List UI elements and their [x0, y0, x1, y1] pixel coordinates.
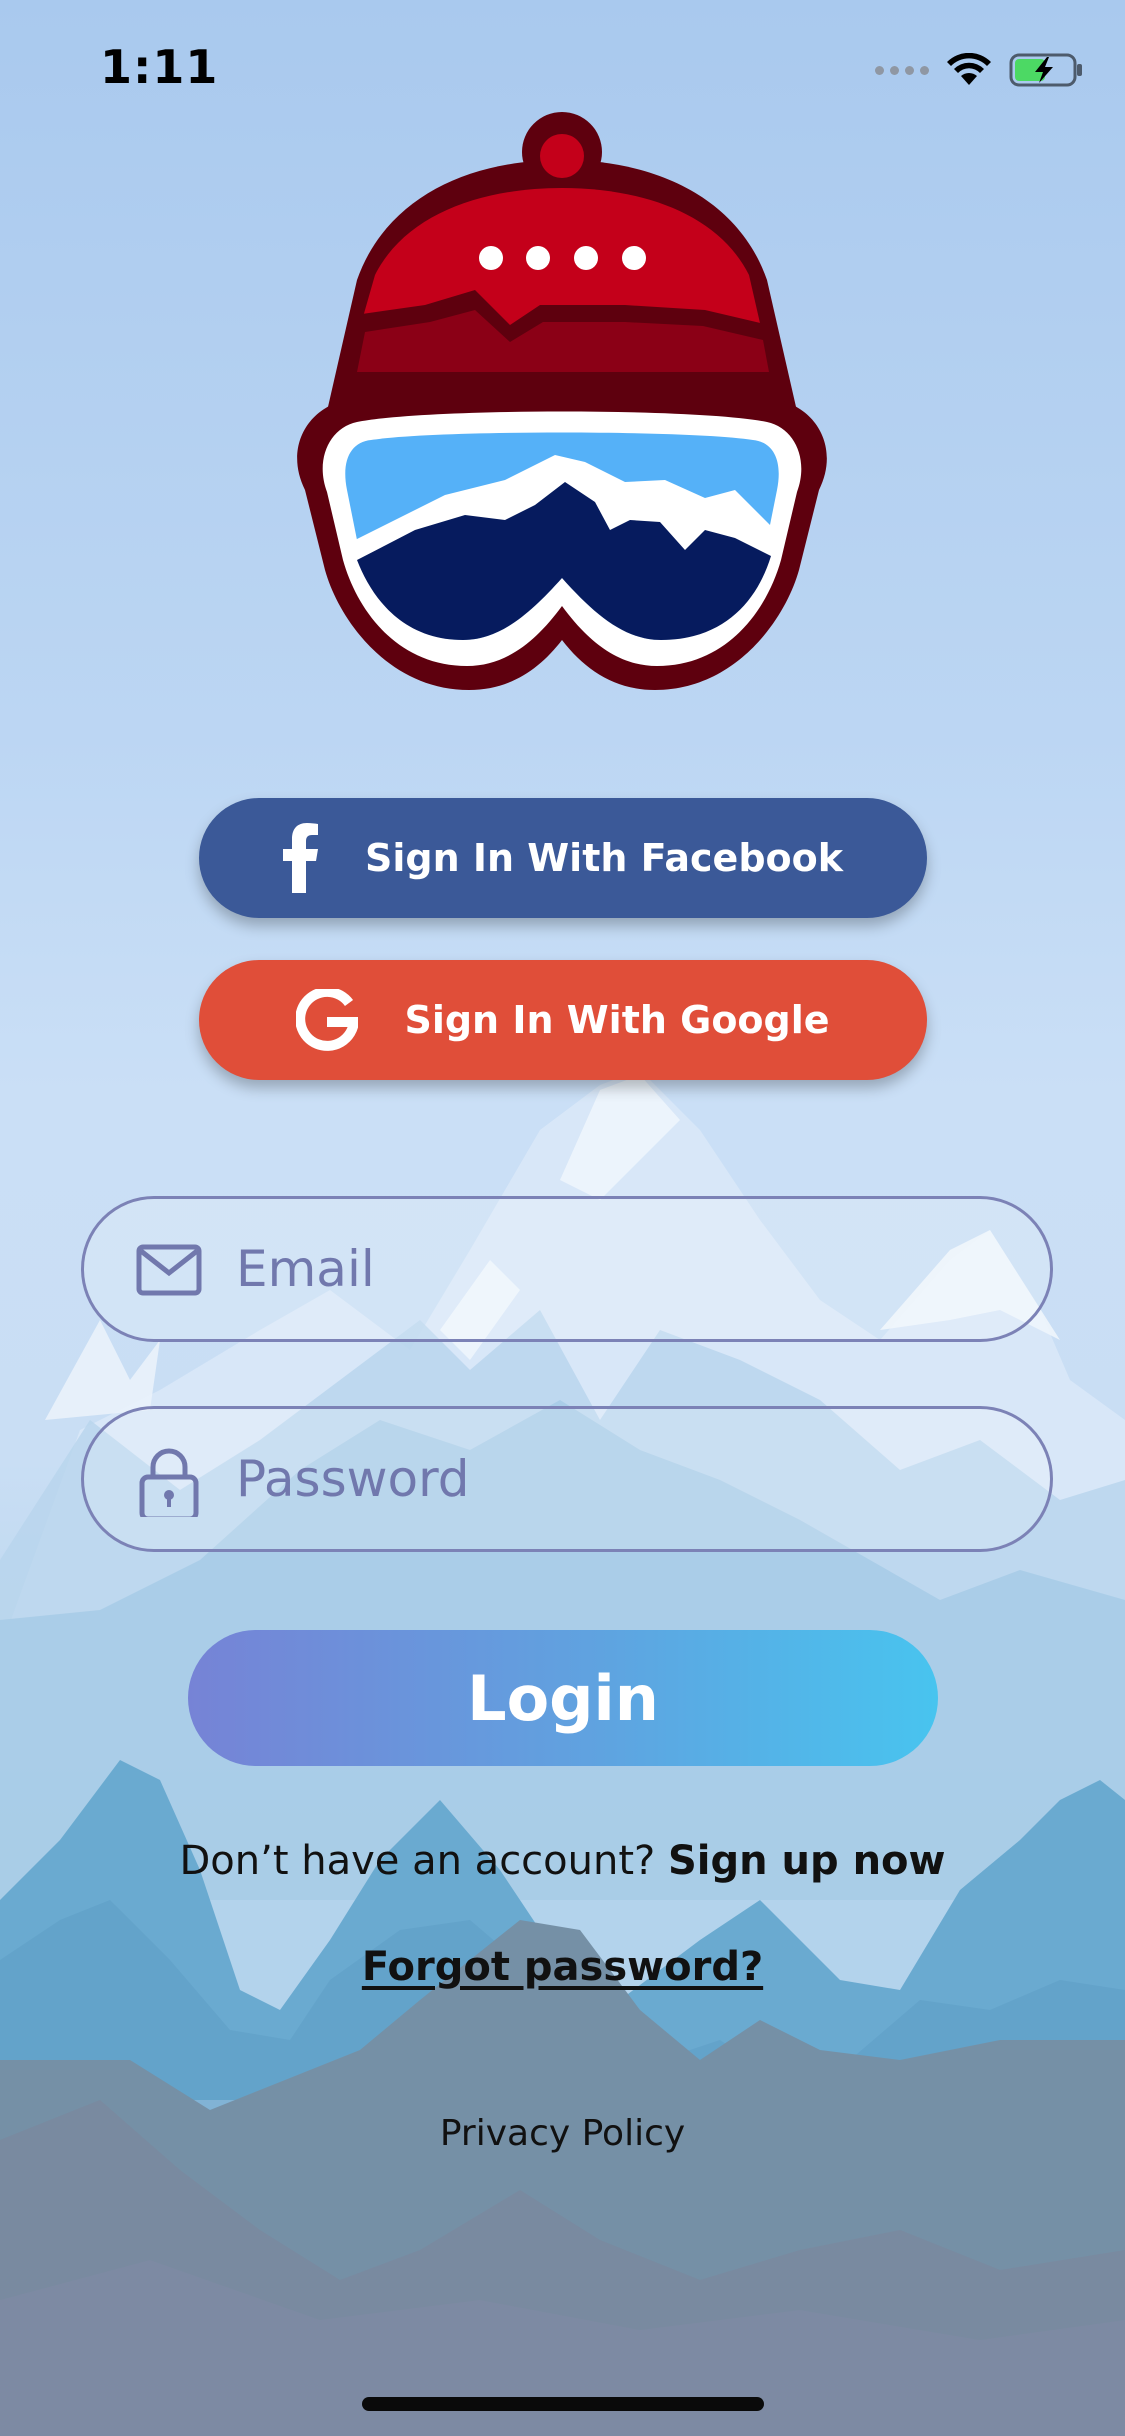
facebook-signin-button[interactable]: Sign In With Facebook [199, 798, 927, 918]
lock-icon [139, 1448, 199, 1517]
email-input[interactable] [236, 1229, 1016, 1309]
password-input[interactable] [236, 1439, 1016, 1519]
login-screen: 1:11 Sign In With Facebook Sign In With … [0, 0, 1125, 2436]
google-icon [296, 989, 359, 1051]
google-signin-label: Sign In With Google [404, 998, 830, 1042]
wifi-icon [947, 53, 991, 85]
ski-beanie-goggles-logo [297, 112, 827, 690]
battery-charging-icon [1009, 53, 1082, 87]
login-button[interactable]: Login [188, 1630, 938, 1766]
google-signin-button[interactable]: Sign In With Google [199, 960, 927, 1080]
password-field[interactable] [81, 1406, 1053, 1552]
home-indicator[interactable] [362, 2397, 764, 2411]
status-time: 1:11 [100, 40, 219, 94]
signup-row: Don’t have an account? Sign up now [0, 1838, 1125, 1884]
privacy-policy-link[interactable]: Privacy Policy [0, 2113, 1125, 2154]
signal-dots-icon [875, 65, 929, 75]
email-field[interactable] [81, 1196, 1053, 1342]
facebook-signin-label: Sign In With Facebook [364, 836, 844, 880]
signup-link[interactable]: Sign up now [668, 1838, 946, 1884]
forgot-password-link[interactable]: Forgot password? [0, 1944, 1125, 1990]
status-icons [875, 48, 1085, 92]
signup-prompt: Don’t have an account? [179, 1838, 656, 1884]
mail-icon [136, 1244, 202, 1296]
facebook-icon [282, 823, 319, 893]
